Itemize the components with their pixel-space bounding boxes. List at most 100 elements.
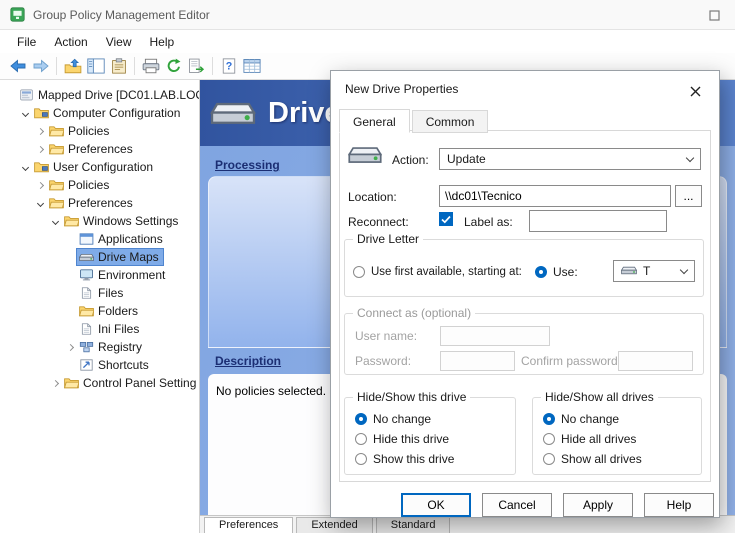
- cancel-button[interactable]: Cancel: [482, 493, 552, 517]
- tree-item-control-panel-setting[interactable]: Control Panel Setting: [0, 374, 199, 392]
- toolbar-refresh-icon[interactable]: [162, 55, 185, 78]
- radio-use-first-available[interactable]: Use first available, starting at:: [353, 265, 522, 279]
- chevron-down-icon[interactable]: [19, 161, 32, 174]
- tree-item-label: Ini Files: [98, 322, 139, 336]
- tree-item-label: Environment: [98, 268, 165, 282]
- view-tab-extended[interactable]: Extended: [296, 517, 372, 533]
- toolbar-forward-icon[interactable]: [29, 55, 52, 78]
- chevron-right-icon[interactable]: [49, 377, 62, 390]
- location-input[interactable]: [439, 185, 671, 207]
- radio-no-change[interactable]: No change: [543, 412, 642, 426]
- tab-common[interactable]: Common: [412, 110, 489, 133]
- menu-action[interactable]: Action: [45, 32, 96, 52]
- tree-item-preferences[interactable]: Preferences: [0, 194, 199, 212]
- shortcuts-icon: [79, 359, 94, 371]
- label-as-input[interactable]: [529, 210, 667, 232]
- confirm-password-input: [618, 351, 693, 371]
- apply-button[interactable]: Apply: [563, 493, 633, 517]
- description-link[interactable]: Description: [215, 354, 281, 368]
- chevron-down-icon[interactable]: [34, 197, 47, 210]
- chevron-right-icon[interactable]: [34, 179, 47, 192]
- tree-item-files[interactable]: Files: [0, 284, 199, 302]
- view-tab-standard[interactable]: Standard: [376, 517, 451, 533]
- action-select[interactable]: Update: [439, 148, 701, 170]
- tree-item-computer-configuration[interactable]: Computer Configuration: [0, 104, 199, 122]
- menu-view[interactable]: View: [97, 32, 141, 52]
- location-label: Location:: [348, 190, 397, 204]
- radio-use[interactable]: Use:: [535, 265, 578, 279]
- tree-item-content: Ini Files: [77, 321, 143, 337]
- tree-item-policies[interactable]: Policies: [0, 122, 199, 140]
- radio-hide-all-drives[interactable]: Hide all drives: [543, 432, 642, 446]
- tree-item-preferences[interactable]: Preferences: [0, 140, 199, 158]
- config-icon: [34, 161, 49, 173]
- tree-item-drive-maps[interactable]: Drive Maps: [0, 248, 199, 266]
- radio-label: No change: [561, 412, 619, 426]
- drive-letter-select[interactable]: T: [613, 260, 695, 282]
- chevron-down-icon[interactable]: [49, 215, 62, 228]
- chevron-down-icon[interactable]: [19, 107, 32, 120]
- drive-letter-value: T: [643, 264, 650, 278]
- console-tree: Mapped Drive [DC01.LAB.LOCA Computer Conf…: [0, 86, 199, 392]
- radio-show-this-drive[interactable]: Show this drive: [355, 452, 454, 466]
- toolbar-help-icon[interactable]: ?: [217, 55, 240, 78]
- tab-general[interactable]: General: [339, 109, 410, 133]
- tree-item-windows-settings[interactable]: Windows Settings: [0, 212, 199, 230]
- label-as-label: Label as:: [464, 215, 513, 229]
- tree-item-policies[interactable]: Policies: [0, 176, 199, 194]
- menu-help[interactable]: Help: [141, 32, 184, 52]
- new-drive-properties-dialog: New Drive Properties GeneralCommon Actio…: [330, 70, 720, 518]
- close-icon: [690, 86, 701, 97]
- tree-item-label: Preferences: [68, 196, 133, 210]
- registry-icon: [79, 341, 94, 353]
- tree-item-environment[interactable]: Environment: [0, 266, 199, 284]
- processing-link[interactable]: Processing: [215, 158, 280, 172]
- chevron-spacer: [64, 305, 77, 318]
- chevron-right-icon[interactable]: [34, 125, 47, 138]
- password-label: Password:: [355, 354, 411, 368]
- password-input: [440, 351, 515, 371]
- view-tab-preferences[interactable]: Preferences: [204, 517, 293, 533]
- toolbar-up-one-level-icon[interactable]: [61, 55, 84, 78]
- environment-icon: [79, 269, 94, 281]
- reconnect-checkbox[interactable]: [439, 212, 453, 226]
- toolbar-back-icon[interactable]: [6, 55, 29, 78]
- toolbar-export-list-icon[interactable]: [185, 55, 208, 78]
- chevron-right-icon[interactable]: [64, 341, 77, 354]
- toolbar-properties-icon[interactable]: [107, 55, 130, 78]
- tree-item-applications[interactable]: Applications: [0, 230, 199, 248]
- browse-button[interactable]: ...: [675, 185, 702, 207]
- svg-text:?: ?: [225, 61, 232, 73]
- hide-this-drive-options: No change Hide this drive Show this drive: [355, 412, 454, 466]
- menubar: FileActionViewHelp: [0, 30, 735, 53]
- radio-label: No change: [373, 412, 431, 426]
- tree-item-folders[interactable]: Folders: [0, 302, 199, 320]
- maximize-button[interactable]: [707, 9, 721, 22]
- radio-hide-this-drive[interactable]: Hide this drive: [355, 432, 454, 446]
- radio-show-all-drives[interactable]: Show all drives: [543, 452, 642, 466]
- toolbar-table-view-icon[interactable]: [240, 55, 263, 78]
- toolbar-show-console-tree-icon[interactable]: [84, 55, 107, 78]
- radio-icon: [543, 453, 555, 465]
- menu-file[interactable]: File: [8, 32, 45, 52]
- tree-item-registry[interactable]: Registry: [0, 338, 199, 356]
- tree-item-shortcuts[interactable]: Shortcuts: [0, 356, 199, 374]
- tree-item-label: Files: [98, 286, 123, 300]
- ok-button[interactable]: OK: [401, 493, 471, 517]
- close-button[interactable]: [681, 80, 709, 102]
- radio-no-change[interactable]: No change: [355, 412, 454, 426]
- tree-item-label: Computer Configuration: [53, 106, 180, 120]
- tree-item-mapped-drive-dc01-lab-loca[interactable]: Mapped Drive [DC01.LAB.LOCA: [0, 86, 199, 104]
- tree-item-ini-files[interactable]: Ini Files: [0, 320, 199, 338]
- radio-label: Hide all drives: [561, 432, 636, 446]
- reconnect-label: Reconnect:: [348, 215, 409, 229]
- dialog-titlebar: New Drive Properties: [331, 71, 719, 107]
- radio-icon: [543, 433, 555, 445]
- chevron-right-icon[interactable]: [34, 143, 47, 156]
- folder-icon: [49, 179, 64, 191]
- toolbar-print-icon[interactable]: [139, 55, 162, 78]
- tree-item-user-configuration[interactable]: User Configuration: [0, 158, 199, 176]
- tree-item-content: Applications: [77, 231, 167, 247]
- user-name-label: User name:: [355, 329, 417, 343]
- help-button[interactable]: Help: [644, 493, 714, 517]
